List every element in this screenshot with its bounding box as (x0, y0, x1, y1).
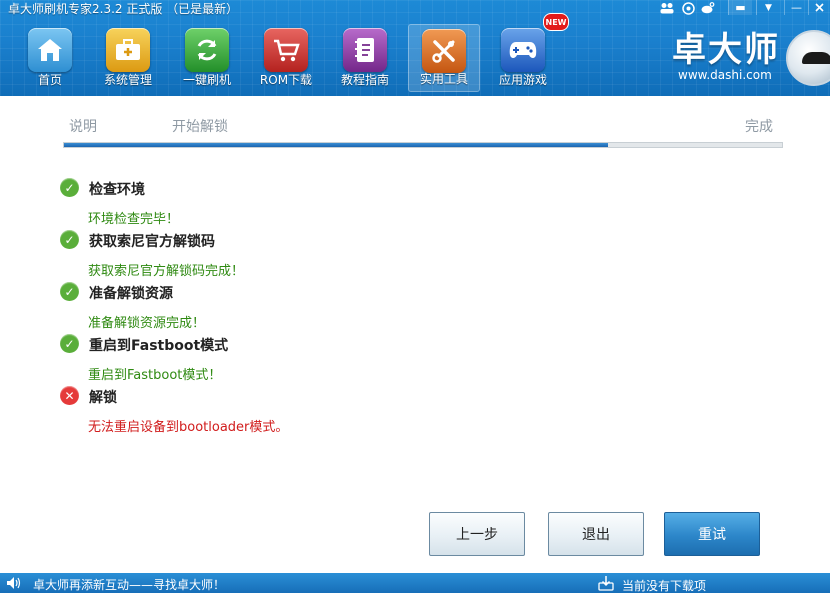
check-icon: ✓ (60, 334, 79, 353)
gamepad-icon (501, 28, 545, 72)
toolbar-item-apps-games[interactable]: 应用游戏 (487, 24, 559, 92)
menu-icon: ▬ (735, 1, 746, 14)
book-icon (343, 28, 387, 72)
download-status[interactable]: 当前没有下载项 (622, 577, 706, 593)
toolbar-item-system[interactable]: 系统管理 (92, 24, 164, 92)
task-detail: 无法重启设备到bootloader模式。 (88, 420, 289, 435)
toolbar-item-guide[interactable]: 教程指南 (329, 24, 401, 92)
close-button[interactable] (808, 0, 830, 15)
exit-button[interactable]: 退出 (548, 512, 644, 556)
toolbar-label-guide: 教程指南 (340, 73, 389, 87)
retry-button[interactable]: 重试 (664, 512, 760, 556)
weibo-icon[interactable] (701, 1, 715, 15)
check-icon: ✓ (60, 178, 79, 197)
toolbar-label-tools: 实用工具 (419, 72, 468, 86)
download-icon[interactable] (598, 575, 614, 591)
qzone-icon[interactable] (681, 1, 695, 15)
toolbar-label-apps-games: 应用游戏 (498, 73, 547, 87)
refresh-icon (185, 28, 229, 72)
task-detail: 获取索尼官方解锁码完成！ (88, 264, 245, 279)
toolbar-item-tools[interactable]: 实用工具 (408, 24, 480, 92)
task-title: 准备解锁资源 (89, 286, 173, 302)
step-explain: 说明 (69, 119, 97, 135)
window-title: 卓大师刷机专家2.3.2 正式版 （已是最新） (8, 2, 239, 16)
chevron-down-icon: ▼ (765, 2, 772, 13)
task-detail: 重启到Fastboot模式！ (88, 368, 222, 383)
minimize-icon: — (791, 1, 802, 14)
error-icon: ✕ (60, 386, 79, 405)
toolbar-label-home: 首页 (37, 73, 62, 87)
task-title: 解锁 (89, 390, 117, 406)
toolbar-label-system: 系统管理 (103, 73, 152, 87)
progress-fill (64, 143, 609, 147)
status-message[interactable]: 卓大师再添新互动——寻找卓大师！ (33, 576, 225, 593)
step-indicator: 说明 开始解锁 完成 (63, 112, 783, 152)
toolbar-item-flash[interactable]: 一键刷机 (171, 24, 243, 92)
dropdown-button[interactable]: ▼ (756, 0, 780, 15)
prev-step-button[interactable]: 上一步 (429, 512, 525, 556)
brand-name: 卓大师 (672, 30, 780, 70)
check-icon: ✓ (60, 282, 79, 301)
check-icon: ✓ (60, 230, 79, 249)
toolbar-label-flash: 一键刷机 (182, 73, 231, 87)
brand-url: www.dashi.com (678, 68, 772, 82)
users-icon[interactable] (660, 1, 674, 15)
task-title: 获取索尼官方解锁码 (89, 234, 215, 250)
cart-icon (264, 28, 308, 72)
status-bar: 卓大师再添新互动——寻找卓大师！ 当前没有下载项 (0, 573, 830, 593)
toolbar-item-home[interactable]: 首页 (14, 24, 86, 92)
app-header: 卓大师刷机专家2.3.2 正式版 （已是最新） ▬ ▼ — 首页 系统管理 一键… (0, 0, 830, 96)
task-detail: 环境检查完毕！ (88, 212, 180, 227)
step-start-unlock: 开始解锁 (172, 119, 228, 135)
toolbar-label-rom-download: ROM下载 (259, 73, 313, 87)
progress-bar (63, 142, 783, 148)
tools-icon (422, 29, 466, 73)
speaker-icon[interactable] (6, 576, 22, 590)
new-badge: NEW (543, 13, 569, 31)
step-complete: 完成 (745, 119, 773, 135)
toolbox-icon (106, 28, 150, 72)
toolbar-item-rom-download[interactable]: ROM下载 (250, 24, 322, 92)
home-icon (28, 28, 72, 72)
task-detail: 准备解锁资源完成！ (88, 316, 206, 331)
close-icon (815, 3, 824, 12)
minimize-button[interactable]: — (784, 0, 808, 15)
task-title: 检查环境 (89, 182, 145, 198)
task-title: 重启到Fastboot模式 (89, 338, 229, 354)
menu-button[interactable]: ▬ (728, 0, 752, 15)
